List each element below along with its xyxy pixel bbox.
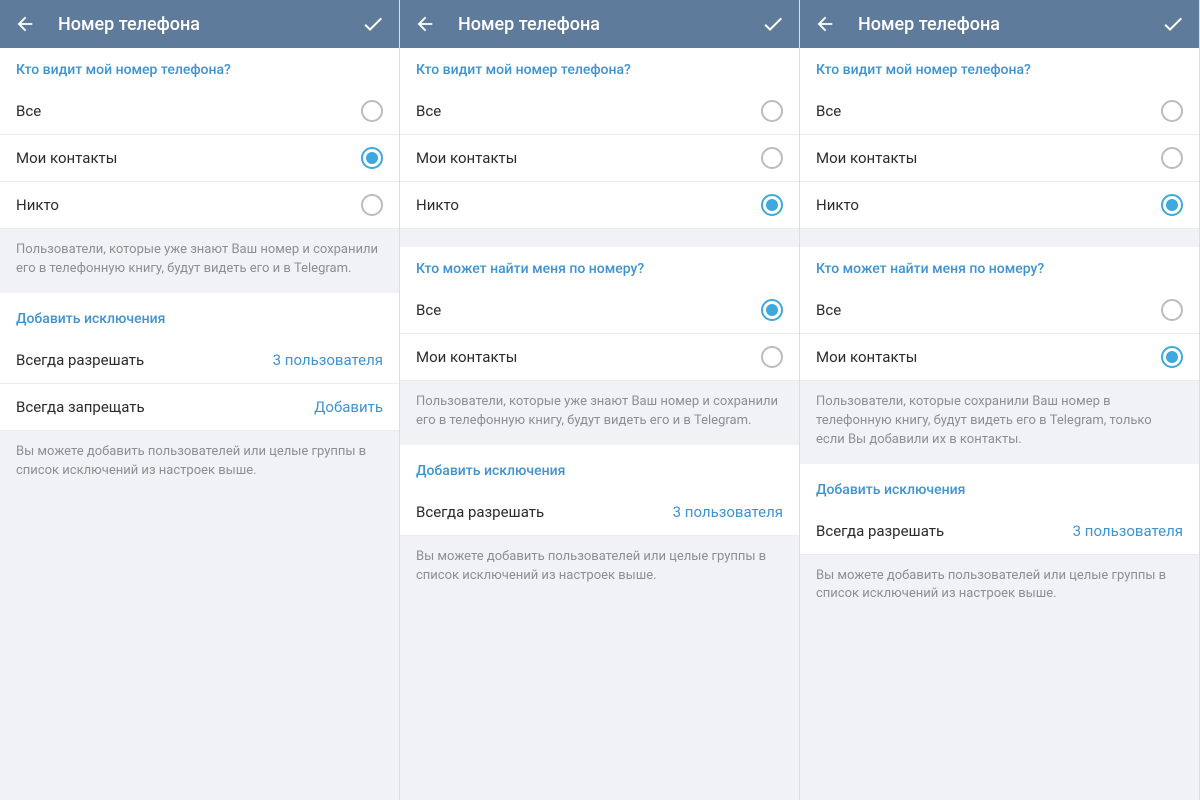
option-label: Все xyxy=(16,102,41,120)
info-text: Пользователи, которые сохранили Ваш номе… xyxy=(800,381,1199,464)
exception-value: 3 пользователя xyxy=(673,503,783,521)
option-label: Мои контакты xyxy=(816,149,917,167)
radio-unchecked-icon xyxy=(1161,147,1183,169)
exception-label: Всегда разрешать xyxy=(16,351,144,369)
back-icon[interactable] xyxy=(814,13,836,35)
exception-always-allow[interactable]: Всегда разрешать 3 пользователя xyxy=(0,337,399,384)
exception-always-allow[interactable]: Всегда разрешать 3 пользователя xyxy=(800,508,1199,555)
check-icon[interactable] xyxy=(761,12,785,36)
radio-checked-icon xyxy=(1161,346,1183,368)
back-icon[interactable] xyxy=(414,13,436,35)
radio-unchecked-icon xyxy=(361,100,383,122)
radio-unchecked-icon xyxy=(761,346,783,368)
back-icon[interactable] xyxy=(14,13,36,35)
page-title: Номер телефона xyxy=(858,14,1161,35)
radio-unchecked-icon xyxy=(761,147,783,169)
radio-checked-icon xyxy=(1161,194,1183,216)
check-icon[interactable] xyxy=(1161,12,1185,36)
exception-always-deny[interactable]: Всегда запрещать Добавить xyxy=(0,384,399,431)
option-label: Никто xyxy=(816,196,859,214)
option-nobody[interactable]: Никто xyxy=(800,182,1199,229)
option-my-contacts[interactable]: Мои контакты xyxy=(0,135,399,182)
exception-value: 3 пользователя xyxy=(273,351,383,369)
section-who-finds: Кто может найти меня по номеру? xyxy=(400,247,799,287)
option-all[interactable]: Все xyxy=(800,88,1199,135)
info-text: Пользователи, которые уже знают Ваш номе… xyxy=(400,381,799,445)
option-label: Мои контакты xyxy=(416,149,517,167)
page-title: Номер телефона xyxy=(58,14,361,35)
radio-checked-icon xyxy=(761,299,783,321)
option-all[interactable]: Все xyxy=(400,88,799,135)
check-icon[interactable] xyxy=(361,12,385,36)
option-label: Никто xyxy=(16,196,59,214)
option-nobody[interactable]: Никто xyxy=(0,182,399,229)
option-my-contacts[interactable]: Мои контакты xyxy=(800,135,1199,182)
section-exceptions: Добавить исключения xyxy=(0,293,399,337)
option-find-all[interactable]: Все xyxy=(400,287,799,334)
info-text: Вы можете добавить пользователей или цел… xyxy=(400,536,799,600)
option-find-my-contacts[interactable]: Мои контакты xyxy=(400,334,799,381)
section-who-sees: Кто видит мой номер телефона? xyxy=(0,48,399,88)
option-label: Мои контакты xyxy=(416,348,517,366)
option-all[interactable]: Все xyxy=(0,88,399,135)
option-label: Все xyxy=(416,102,441,120)
settings-pane-1: Номер телефона Кто видит мой номер телеф… xyxy=(0,0,400,800)
option-find-my-contacts[interactable]: Мои контакты xyxy=(800,334,1199,381)
option-label: Все xyxy=(816,102,841,120)
exception-value: Добавить xyxy=(314,398,383,416)
option-label: Мои контакты xyxy=(16,149,117,167)
section-who-finds: Кто может найти меня по номеру? xyxy=(800,247,1199,287)
option-label: Все xyxy=(416,301,441,319)
section-exceptions: Добавить исключения xyxy=(400,445,799,489)
exception-always-allow[interactable]: Всегда разрешать 3 пользователя xyxy=(400,489,799,536)
section-exceptions: Добавить исключения xyxy=(800,464,1199,508)
radio-checked-icon xyxy=(361,147,383,169)
header-bar: Номер телефона xyxy=(400,0,799,48)
option-label: Мои контакты xyxy=(816,348,917,366)
section-who-sees: Кто видит мой номер телефона? xyxy=(800,48,1199,88)
content-area: Кто видит мой номер телефона? Все Мои ко… xyxy=(0,48,399,800)
exception-label: Всегда разрешать xyxy=(416,503,544,521)
settings-pane-2: Номер телефона Кто видит мой номер телеф… xyxy=(400,0,800,800)
exception-label: Всегда разрешать xyxy=(816,522,944,540)
spacer xyxy=(800,229,1199,247)
spacer xyxy=(400,229,799,247)
exception-value: 3 пользователя xyxy=(1073,522,1183,540)
content-area: Кто видит мой номер телефона? Все Мои ко… xyxy=(800,48,1199,800)
radio-unchecked-icon xyxy=(1161,100,1183,122)
option-label: Все xyxy=(816,301,841,319)
page-title: Номер телефона xyxy=(458,14,761,35)
radio-unchecked-icon xyxy=(1161,299,1183,321)
radio-unchecked-icon xyxy=(761,100,783,122)
header-bar: Номер телефона xyxy=(800,0,1199,48)
option-label: Никто xyxy=(416,196,459,214)
option-nobody[interactable]: Никто xyxy=(400,182,799,229)
radio-unchecked-icon xyxy=(361,194,383,216)
settings-pane-3: Номер телефона Кто видит мой номер телеф… xyxy=(800,0,1200,800)
content-area: Кто видит мой номер телефона? Все Мои ко… xyxy=(400,48,799,800)
option-find-all[interactable]: Все xyxy=(800,287,1199,334)
header-bar: Номер телефона xyxy=(0,0,399,48)
exception-label: Всегда запрещать xyxy=(16,398,145,416)
info-text: Вы можете добавить пользователей или цел… xyxy=(0,431,399,495)
option-my-contacts[interactable]: Мои контакты xyxy=(400,135,799,182)
info-text: Вы можете добавить пользователей или цел… xyxy=(800,555,1199,619)
info-text: Пользователи, которые уже знают Ваш номе… xyxy=(0,229,399,293)
section-who-sees: Кто видит мой номер телефона? xyxy=(400,48,799,88)
radio-checked-icon xyxy=(761,194,783,216)
